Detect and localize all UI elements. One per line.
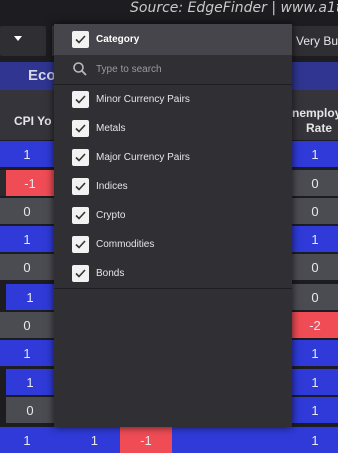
category-dropdown: Category Type to search Minor Currency P…	[54, 24, 292, 427]
source-text: Source: EdgeFinder | www.a1t	[130, 0, 338, 16]
table-cell: 1	[6, 284, 54, 310]
dropdown-item-label: Bonds	[96, 268, 125, 279]
check-icon[interactable]	[72, 149, 89, 166]
table-cell: 0	[0, 198, 54, 224]
table-cell: -1	[120, 427, 172, 453]
table-cell: 1	[292, 369, 338, 395]
dropdown-item-major-currency-pairs[interactable]: Major Currency Pairs	[54, 143, 292, 173]
dropdown-item-label: Major Currency Pairs	[96, 152, 190, 163]
sentiment-filter-label: Very Bu	[296, 34, 338, 48]
search-input[interactable]: Type to search	[96, 64, 162, 75]
check-icon[interactable]	[72, 207, 89, 224]
table-cell: 1	[292, 226, 338, 252]
dropdown-search[interactable]: Type to search	[54, 55, 292, 85]
section-title: Eco	[28, 67, 56, 84]
check-icon[interactable]	[72, 91, 89, 108]
table-cell: 0	[0, 254, 54, 280]
table-cell	[172, 427, 292, 453]
dropdown-item-bonds[interactable]: Bonds	[54, 259, 292, 289]
table-cell: 0	[292, 254, 338, 280]
table-cell: 1	[0, 141, 54, 167]
dropdown-item-label: Crypto	[96, 210, 126, 221]
dropdown-item-label: Commodities	[96, 239, 155, 250]
check-icon[interactable]	[72, 265, 89, 282]
table-cell: 1	[292, 397, 338, 423]
top-bar: Source: EdgeFinder | www.a1t	[0, 0, 338, 24]
check-icon[interactable]	[72, 120, 89, 137]
table-cell: 0	[6, 397, 54, 423]
dropdown-item-label: Minor Currency Pairs	[96, 94, 190, 105]
dropdown-item-indices[interactable]: Indices	[54, 172, 292, 202]
sentiment-filter-button[interactable]: Very Bu	[292, 26, 338, 56]
table-cell: 1	[0, 340, 54, 366]
table-cell: 1	[0, 226, 54, 252]
caret-down-icon	[14, 36, 22, 41]
search-icon	[73, 62, 87, 76]
table-cell: -2	[292, 312, 338, 338]
check-icon[interactable]	[72, 31, 89, 48]
table-cell: 0	[0, 312, 54, 338]
table-cell: 1	[292, 427, 338, 453]
dropdown-item-commodities[interactable]: Commodities	[54, 230, 292, 260]
table-cell: 1	[292, 340, 338, 366]
table-cell: 0	[292, 170, 338, 196]
dropdown-item-minor-currency-pairs[interactable]: Minor Currency Pairs	[54, 85, 292, 115]
table-cell: 1	[0, 427, 54, 453]
table-cell: 1	[6, 369, 54, 395]
left-dropdown-button[interactable]	[0, 26, 46, 56]
table-cell: 0	[292, 198, 338, 224]
table-cell: -1	[6, 170, 54, 196]
dropdown-header-category[interactable]: Category	[54, 24, 292, 55]
dropdown-item-label: Metals	[96, 123, 126, 134]
dropdown-item-label: Indices	[96, 181, 128, 192]
dropdown-item-crypto[interactable]: Crypto	[54, 201, 292, 231]
dropdown-header-label: Category	[96, 34, 140, 45]
dropdown-item-metals[interactable]: Metals	[54, 114, 292, 144]
check-icon[interactable]	[72, 236, 89, 253]
column-header-unemployment[interactable]: nemploy Rate	[292, 90, 338, 140]
table-cell: 0	[292, 284, 338, 310]
table-cell: 1	[54, 427, 120, 453]
table-cell: 1	[292, 141, 338, 167]
check-icon[interactable]	[72, 178, 89, 195]
column-header-cpi[interactable]: CPI Yo	[0, 90, 54, 140]
